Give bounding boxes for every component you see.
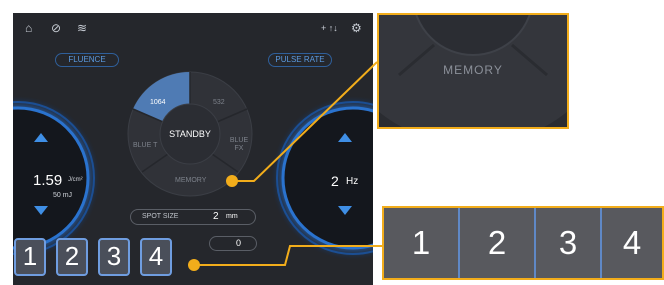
screenshot-canvas: ⌂ ⊘ ≋ + ↑↓ ⚙ FLUENCE PULSE RATE 1.59 J/c… [0,0,664,285]
segment-label-blue-fx[interactable]: BLUE FX [229,137,249,153]
spot-size-unit: mm [226,213,238,220]
segment-label-532[interactable]: 532 [213,99,225,106]
fluence-label: FLUENCE [55,53,119,67]
zoom-buttons-callout: 1 2 3 4 [382,206,664,280]
pulse-rate-up-arrow-icon[interactable] [338,133,352,142]
pulse-rate-down-arrow-icon[interactable] [338,206,352,215]
segment-label-blue-t[interactable]: BLUE T [133,142,157,149]
pulse-rate-unit: Hz [346,176,359,187]
pulse-rate-label: PULSE RATE [268,53,332,67]
shot-counter: 0 [209,236,257,251]
status-bar: ⌂ ⊘ ≋ + ↑↓ ⚙ [13,13,373,43]
memory-button-1[interactable]: 1 [14,238,46,276]
cooling-icon: + ↑↓ [321,23,338,33]
gear-icon[interactable]: ⚙ [351,21,362,35]
fluence-energy: 50 mJ [53,192,73,199]
device-panel: ⌂ ⊘ ≋ + ↑↓ ⚙ FLUENCE PULSE RATE 1.59 J/c… [13,13,373,285]
fluence-down-arrow-icon[interactable] [34,206,48,215]
zoom-button-2: 2 [487,224,507,261]
spot-size-field[interactable]: SPOT SIZE 2 mm [130,209,256,225]
muted-icon[interactable]: ⊘ [51,21,61,35]
spot-size-label: SPOT SIZE [142,213,179,220]
wifi-icon: ≋ [77,21,88,35]
spot-size-value: 2 [213,211,219,222]
zoom-memory-callout: MEMORY [377,13,569,129]
home-icon[interactable]: ⌂ [25,21,32,35]
zoom-button-4: 4 [622,224,642,261]
memory-button-2[interactable]: 2 [56,238,88,276]
fluence-up-arrow-icon[interactable] [34,133,48,142]
segment-label-memory[interactable]: MEMORY [175,177,206,184]
memory-button-4[interactable]: 4 [140,238,172,276]
fluence-value: 1.59 [33,172,63,189]
fluence-unit: J/cm² [68,177,83,183]
segment-label-1064[interactable]: 1064 [150,99,166,106]
zoom-button-3: 3 [558,224,578,261]
memory-button-3[interactable]: 3 [98,238,130,276]
zoom-memory-label: MEMORY [443,63,503,77]
standby-label[interactable]: STANDBY [168,129,212,139]
pulse-rate-value: 2 [331,173,339,189]
counter-value: 0 [236,238,242,248]
zoom-button-1: 1 [411,224,431,261]
